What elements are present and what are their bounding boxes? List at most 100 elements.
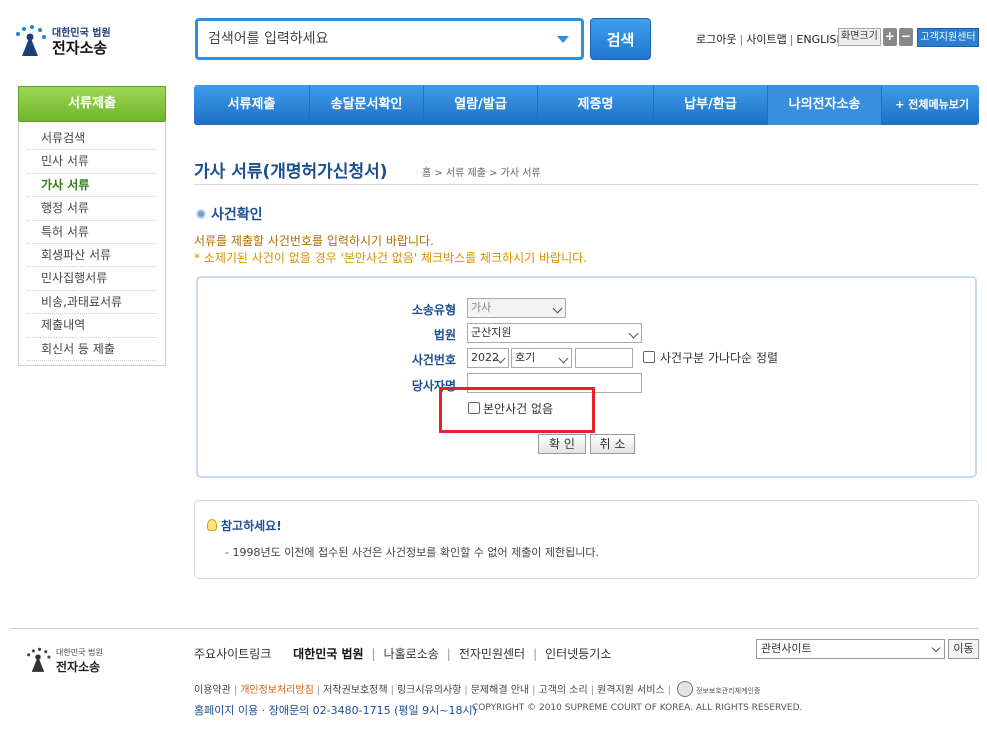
sidebar-title: 서류제출 [18,86,166,122]
footer-divider [10,628,979,629]
font-increase-button[interactable]: + [882,28,897,46]
section-title-text: 사건확인 [211,207,263,223]
divider: | [739,33,744,46]
title-divider [194,184,979,185]
copyright-policy-link[interactable]: 저작권보호정책 [323,685,387,696]
divider: | [590,685,595,696]
notice-text: - 1998년도 이전에 접수된 사건은 사건정보를 확인할 수 없어 제출이 … [225,546,600,559]
logout-link[interactable]: 로그아웃 [696,33,736,46]
search-input[interactable] [208,21,538,57]
nav-my-case[interactable]: 나의전자소송 [768,85,882,125]
notice-title: 참고하세요! [207,517,282,534]
divider: | [532,685,536,696]
sidebar-item-reply[interactable]: 회신서 등 제출 [27,338,157,361]
sort-checkbox[interactable] [643,351,655,363]
lightbulb-icon [207,519,217,531]
help-center-button[interactable]: 고객지원센터 [917,28,979,47]
related-site-value: 관련사이트 [761,642,812,655]
certification-label: 정보보호관리체계인증 [696,687,761,695]
court-emblem-icon [16,25,46,56]
all-menu-button[interactable]: + 전체메뉴보기 [895,85,979,125]
go-button[interactable]: 이동 [948,639,979,659]
cancel-button[interactable]: 취 소 [590,434,635,454]
chevron-down-icon [558,353,569,364]
troubleshoot-link[interactable]: 문제해결 안내 [471,685,529,696]
chevron-down-icon [931,643,941,653]
case-type-select[interactable]: 가사 [467,298,566,318]
footer-contact: 홈페이지 이용 · 장애문의 02-3480-1715 (평일 9시~18시) [194,704,477,717]
search-button[interactable]: 검색 [590,18,651,60]
sidebar-item-history[interactable]: 제출내역 [27,314,157,338]
confirm-button[interactable]: 확 인 [538,434,586,454]
font-decrease-button[interactable]: − [898,28,913,46]
certification-icon [677,681,694,697]
voice-link[interactable]: 고객의 소리 [539,685,588,696]
guide-text: 서류를 제출할 사건번호를 입력하시기 바랍니다. [194,234,434,248]
court-select[interactable]: 군산지원 [467,323,642,343]
guide-note: * 소제기된 사건이 없을 경우 '본안사건 없음' 체크박스를 체크하시기 바… [194,251,587,265]
font-size-control: 화면크기 + − [838,28,913,46]
search-dropdown-icon[interactable] [557,36,569,43]
nav-payment[interactable]: 납부/환급 [654,85,768,125]
footer-logo-title: 전자소송 [56,660,101,674]
sidebar-item-family[interactable]: 가사 서류 [27,174,157,198]
divider: | [533,647,538,661]
sidebar-item-patent[interactable]: 특허 서류 [27,221,157,244]
terms-link[interactable]: 이용약관 [194,685,231,696]
section-title: 사건확인 [196,204,263,224]
footer-copyright: COPYRIGHT © 2010 SUPREME COURT OF KOREA.… [472,703,803,713]
footer-logo-subtitle: 대한민국 법원 [56,648,103,657]
sidebar-item-bankruptcy[interactable]: 회생파산 서류 [27,244,157,268]
sidebar: 서류검색 민사 서류 가사 서류 행정 서류 특허 서류 회생파산 서류 민사집… [18,121,166,366]
nav-certificate[interactable]: 제증명 [538,85,654,125]
logo-title: 전자소송 [52,39,108,57]
divider: | [446,647,451,661]
remote-support-link[interactable]: 원격지원 서비스 [597,685,665,696]
notice-title-text: 참고하세요! [221,519,282,533]
sidebar-item-noncontentious[interactable]: 비송,과태료서류 [27,291,157,315]
nav-submit[interactable]: 서류제출 [194,85,310,125]
bullet-icon [196,209,206,219]
sidebar-item-civil[interactable]: 민사 서류 [27,150,157,174]
site-link-court[interactable]: 대한민국 법원 [293,647,363,661]
sort-checkbox-label: 사건구분 가나다순 정렬 [660,351,779,365]
site-link-civil[interactable]: 전자민원센터 [459,647,525,661]
case-code-select[interactable]: 호기 [511,348,572,368]
sidebar-item-execution[interactable]: 민사집행서류 [27,267,157,291]
case-number-input[interactable] [575,348,633,368]
sidebar-item-search[interactable]: 서류검색 [27,127,157,151]
court-value: 군산지원 [471,326,512,339]
sitemap-link[interactable]: 사이트맵 [746,33,786,46]
label-case-type: 소송유형 [411,303,456,317]
divider: | [316,685,321,696]
court-emblem-icon [27,647,51,672]
site-link-self[interactable]: 나홀로소송 [384,647,439,661]
footer-logo: 대한민국 법원 전자소송 [24,645,134,677]
search-box [195,18,584,60]
divider: | [464,685,468,696]
breadcrumb: 홈 > 서류 제출 > 가사 서류 [422,168,541,179]
divider: | [371,647,376,661]
nav-view[interactable]: 열람/발급 [424,85,538,125]
related-site-select[interactable]: 관련사이트 [756,639,945,659]
font-size-label: 화면크기 [838,28,881,46]
chevron-down-icon [628,328,639,339]
case-code-value: 호기 [515,351,536,364]
link-notice-link[interactable]: 링크시유의사항 [397,685,461,696]
privacy-link[interactable]: 개인정보처리방침 [240,685,314,696]
utility-links: 로그아웃 | 사이트맵 | ENGLISH [696,31,845,47]
label-case-number: 사건번호 [411,353,456,367]
notice-box: 참고하세요! - 1998년도 이전에 접수된 사건은 사건정보를 확인할 수 … [194,500,979,579]
divider: | [789,33,794,46]
site-logo[interactable]: 대한민국 법원 전자소송 [12,22,122,62]
page-title: 가사 서류(개명허가신청서) [194,162,388,182]
footer-links: 이용약관 | 개인정보처리방침 | 저작권보호정책 | 링크시유의사항 | 문제해결 안내 | 고객… [194,681,760,697]
sites-label: 주요사이트링크 [194,647,272,661]
nav-delivery[interactable]: 송달문서확인 [310,85,424,125]
divider: | [390,685,394,696]
site-link-registry[interactable]: 인터넷등기소 [545,647,611,661]
sidebar-item-admin[interactable]: 행정 서류 [27,197,157,221]
case-year-select[interactable]: 2022 [467,348,509,368]
case-type-value: 가사 [471,301,492,314]
main-nav: 서류제출 송달문서확인 열람/발급 제증명 납부/환급 나의전자소송 + 전체메… [194,85,979,125]
